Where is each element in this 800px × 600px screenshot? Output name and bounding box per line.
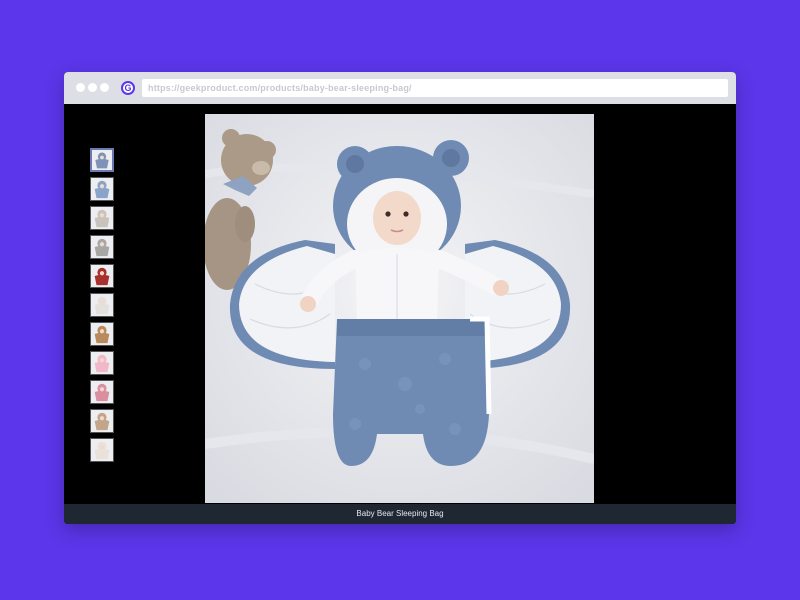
thumbnail-blue-alt[interactable] — [90, 177, 114, 201]
thumbnail-gray[interactable] — [90, 235, 114, 259]
thumbnail-tan[interactable] — [90, 322, 114, 346]
thumbnail-red[interactable] — [90, 264, 114, 288]
thumbnail-image — [91, 236, 113, 258]
main-product-image[interactable] — [205, 114, 594, 503]
image-caption: Baby Bear Sleeping Bag — [64, 504, 736, 524]
thumbnail-gray-light[interactable] — [90, 206, 114, 230]
thumbnail-image — [91, 439, 113, 461]
thumbnail-image — [91, 207, 113, 229]
thumbnail-pink[interactable] — [90, 351, 114, 375]
thumbnail-beige[interactable] — [90, 409, 114, 433]
thumbnail-image — [91, 410, 113, 432]
thumbnail-image — [91, 381, 113, 403]
baby-sleeping-bag-photo — [205, 114, 594, 503]
product-gallery — [64, 104, 736, 504]
site-favicon-icon: G — [121, 81, 135, 95]
thumbnail-pink-dark[interactable] — [90, 380, 114, 404]
window-control-maximize[interactable] — [100, 83, 109, 92]
thumbnail-white[interactable] — [90, 293, 114, 317]
thumbnail-image — [91, 294, 113, 316]
window-control-close[interactable] — [76, 83, 85, 92]
address-bar[interactable]: https://geekproduct.com/products/baby-be… — [142, 79, 728, 97]
thumbnail-blue[interactable] — [90, 148, 114, 172]
browser-window: G https://geekproduct.com/products/baby-… — [64, 72, 736, 524]
thumbnail-image — [91, 323, 113, 345]
thumbnail-strip — [90, 148, 116, 467]
thumbnail-image — [91, 265, 113, 287]
thumbnail-image — [92, 150, 112, 170]
window-control-minimize[interactable] — [88, 83, 97, 92]
thumbnail-image — [91, 352, 113, 374]
thumbnail-image — [91, 178, 113, 200]
browser-toolbar: G https://geekproduct.com/products/baby-… — [64, 72, 736, 104]
thumbnail-cream[interactable] — [90, 438, 114, 462]
